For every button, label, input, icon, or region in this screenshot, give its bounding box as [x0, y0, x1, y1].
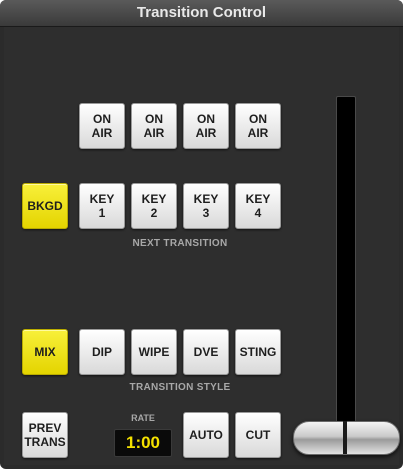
key-label: KEY	[141, 192, 167, 206]
key3-button[interactable]: KEY 3	[183, 183, 229, 229]
key-number: 2	[150, 206, 158, 220]
on-air-label: ON	[145, 112, 163, 126]
bkgd-button[interactable]: BKGD	[22, 183, 68, 229]
transition-control-panel: Transition Control ON AIR ON AIR ON AIR …	[0, 0, 403, 469]
bkgd-label: BKGD	[27, 199, 63, 213]
mix-button[interactable]: MIX	[22, 329, 68, 375]
key-label: KEY	[89, 192, 115, 206]
on-air-label: ON	[93, 112, 111, 126]
on-air-label: ON	[249, 112, 267, 126]
key1-button[interactable]: KEY 1	[79, 183, 125, 229]
panel-title: Transition Control	[0, 0, 403, 27]
auto-label: AUTO	[189, 428, 223, 442]
dve-button[interactable]: DVE	[183, 329, 229, 375]
dip-label: DIP	[91, 345, 112, 359]
transition-style-label: TRANSITION STYLE	[129, 382, 231, 393]
auto-button[interactable]: AUTO	[183, 412, 229, 458]
next-transition-label: NEXT TRANSITION	[132, 238, 228, 249]
key3-on-air-button[interactable]: ON AIR	[183, 103, 229, 149]
key-number: 1	[98, 206, 106, 220]
mix-label: MIX	[34, 345, 56, 359]
on-air-label: AIR	[91, 126, 113, 140]
key-number: 3	[202, 206, 210, 220]
on-air-label: AIR	[195, 126, 217, 140]
key4-on-air-button[interactable]: ON AIR	[235, 103, 281, 149]
key-label: KEY	[193, 192, 219, 206]
on-air-label: ON	[197, 112, 215, 126]
rate-label: RATE	[131, 413, 155, 423]
key2-on-air-button[interactable]: ON AIR	[131, 103, 177, 149]
key2-button[interactable]: KEY 2	[131, 183, 177, 229]
on-air-label: AIR	[143, 126, 165, 140]
rate-display[interactable]: 1:00	[114, 429, 172, 457]
key4-button[interactable]: KEY 4	[235, 183, 281, 229]
key1-on-air-button[interactable]: ON AIR	[79, 103, 125, 149]
dve-label: DVE	[193, 345, 219, 359]
wipe-button[interactable]: WIPE	[131, 329, 177, 375]
key-label: KEY	[245, 192, 271, 206]
on-air-label: AIR	[247, 126, 269, 140]
key-number: 4	[254, 206, 262, 220]
cut-button[interactable]: CUT	[235, 412, 281, 458]
sting-label: STING	[239, 345, 277, 359]
prev-trans-button[interactable]: PREV TRANS	[22, 412, 68, 458]
sting-button[interactable]: STING	[235, 329, 281, 375]
prev-label: PREV	[28, 421, 62, 435]
trans-label: TRANS	[24, 435, 66, 449]
dip-button[interactable]: DIP	[79, 329, 125, 375]
wipe-label: WIPE	[138, 345, 170, 359]
tbar-handle-line	[343, 421, 347, 454]
tbar-track[interactable]	[336, 96, 356, 450]
cut-label: CUT	[245, 428, 271, 442]
